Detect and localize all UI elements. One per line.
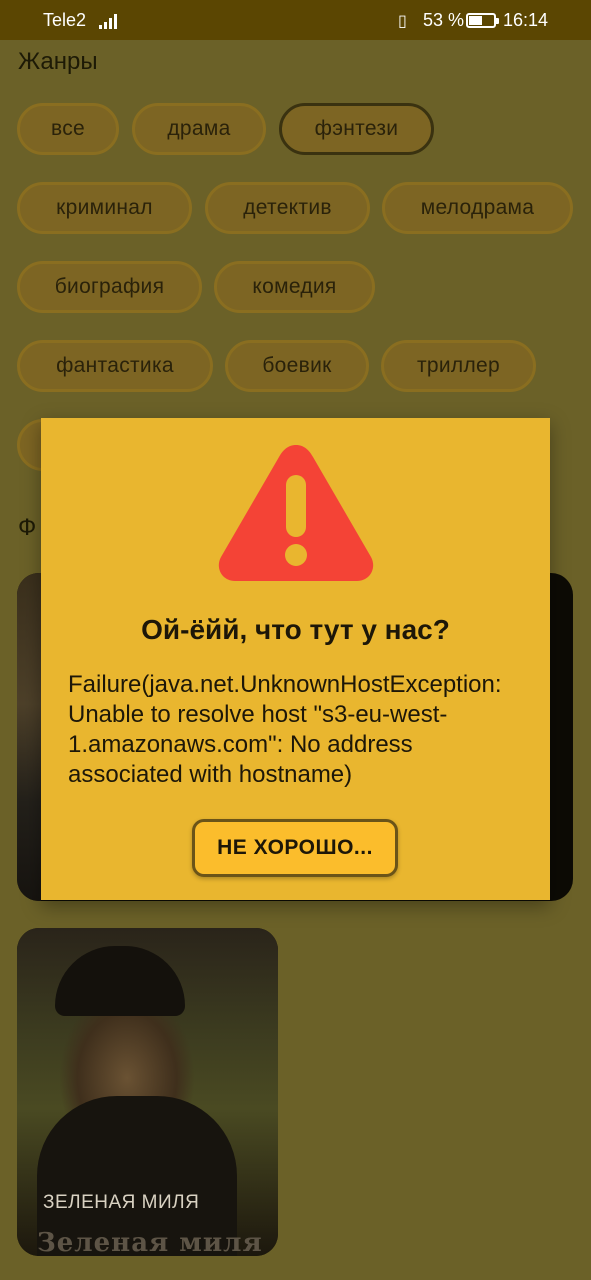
carrier-name: Tele2 bbox=[43, 10, 87, 30]
signal-icon bbox=[99, 13, 119, 29]
genre-chip-scifi[interactable]: фантастика bbox=[17, 340, 213, 392]
film-card-green-mile[interactable]: ЗЕЛЕНАЯ МИЛЯ Зеленая миля bbox=[17, 928, 278, 1256]
clock: 16:14 bbox=[503, 10, 549, 30]
genres-title: Жанры bbox=[18, 48, 98, 75]
genre-chip-detective[interactable]: детектив bbox=[205, 182, 370, 234]
genre-chip-thriller[interactable]: триллер bbox=[381, 340, 536, 392]
genre-chip-biography[interactable]: биография bbox=[17, 261, 202, 313]
films-title: Ф bbox=[18, 514, 37, 541]
genre-chip-all[interactable]: все bbox=[17, 103, 119, 155]
status-bar: Tele2 ▯ 53 % 16:14 bbox=[0, 0, 591, 40]
genre-chip-melodrama[interactable]: мелодрама bbox=[382, 182, 573, 234]
genre-chip-fantasy[interactable]: фэнтези bbox=[279, 103, 434, 155]
genre-chip-action[interactable]: боевик bbox=[225, 340, 369, 392]
dismiss-button[interactable]: НЕ ХОРОШО... bbox=[192, 819, 398, 877]
warning-icon bbox=[218, 445, 374, 581]
dialog-title: Ой-ёйй, что тут у нас? bbox=[141, 614, 450, 645]
film-title: ЗЕЛЕНАЯ МИЛЯ bbox=[43, 1192, 200, 1213]
genre-chip-drama[interactable]: драма bbox=[132, 103, 266, 155]
genre-chip-comedy[interactable]: комедия bbox=[214, 261, 375, 313]
error-dialog: Ой-ёйй, что тут у нас? Failure(java.net.… bbox=[41, 418, 550, 900]
poster-figure-cap bbox=[55, 946, 185, 1016]
battery-percent: 53 % bbox=[423, 10, 465, 30]
vibrate-icon: ▯ bbox=[398, 13, 407, 30]
battery-icon bbox=[466, 13, 499, 28]
poster-logo-text: Зеленая миля bbox=[37, 1228, 263, 1256]
film-poster bbox=[17, 573, 41, 901]
genre-chip-crime[interactable]: криминал bbox=[17, 182, 192, 234]
dialog-message: Failure(java.net.UnknownHostException: U… bbox=[68, 671, 502, 788]
